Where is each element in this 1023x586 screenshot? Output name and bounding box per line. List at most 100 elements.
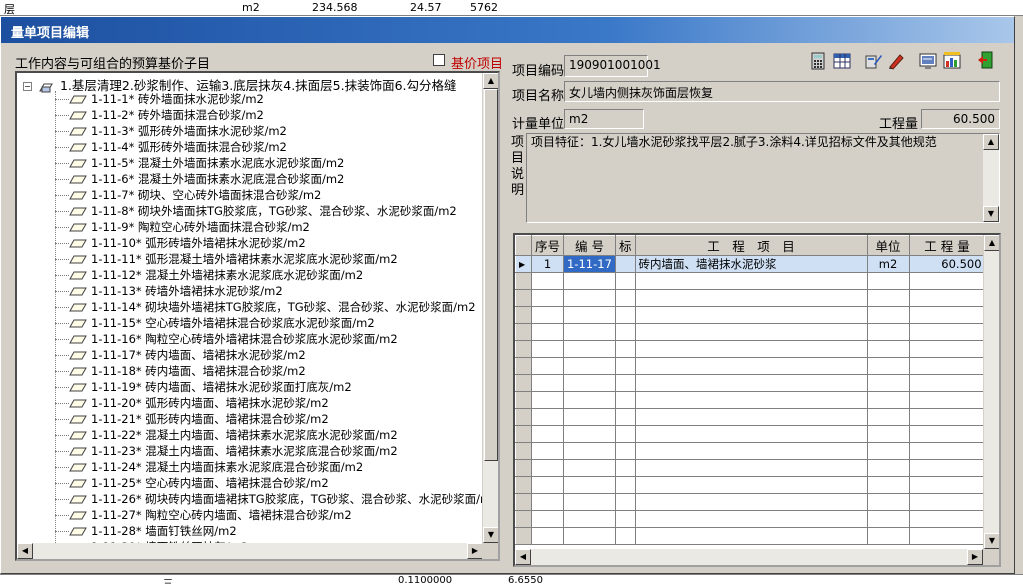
empty-cell[interactable] [530,510,565,528]
empty-cell[interactable] [563,289,617,307]
tree-item[interactable]: 1-11-12* 混凝土外墙裙抹素水泥浆底水泥砂浆面/m2 [55,267,363,283]
empty-cell[interactable] [530,425,565,443]
empty-cell[interactable] [530,459,565,477]
empty-cell[interactable] [908,272,986,290]
table-row[interactable] [515,493,986,511]
empty-cell[interactable] [866,527,910,545]
chart-icon[interactable] [943,52,961,70]
table-row[interactable] [515,357,986,375]
scroll-right-icon[interactable]: ▶ [967,549,983,565]
table-row[interactable] [515,323,986,341]
empty-cell[interactable] [615,510,636,528]
empty-cell[interactable] [563,459,617,477]
empty-cell[interactable] [530,357,565,375]
tree-item[interactable]: 1-11-18* 砖内墙面、墙裙抹混合砂浆/m2 [55,363,306,379]
empty-cell[interactable] [530,289,565,307]
empty-cell[interactable] [615,408,636,426]
tree-item[interactable]: 1-11-13* 砖墙外墙裙抹水泥砂浆/m2 [55,283,283,299]
empty-cell[interactable] [615,272,636,290]
empty-cell[interactable] [615,289,636,307]
empty-cell[interactable] [908,289,986,307]
empty-cell[interactable] [563,323,617,341]
grid-vertical-scrollbar[interactable]: ▲ ▼ [983,235,999,549]
empty-cell[interactable] [530,476,565,494]
tree-item[interactable]: 1-11-14* 砌块墙外墙裙抹TG胶浆底，TG砂浆、混合砂浆、水泥砂浆面/m2 [55,299,476,315]
empty-cell[interactable] [634,272,868,290]
empty-cell[interactable] [634,476,868,494]
tree-item[interactable]: 1-11-26* 砌块砖内墙面墙裙抹TG胶浆底，TG砂浆、混合砂浆、水泥砂浆面/… [55,491,498,507]
tree-item[interactable]: 1-11-27* 陶粒空心砖内墙面、墙裙抹混合砂浆/m2 [55,507,352,523]
empty-cell[interactable] [866,493,910,511]
empty-cell[interactable] [615,459,636,477]
tree-item[interactable]: 1-11-5* 混凝土外墙面抹素水泥底水泥砂浆面/m2 [55,155,344,171]
empty-cell[interactable] [866,323,910,341]
col-header-seq[interactable]: 序号 [530,235,565,256]
cell-seq[interactable]: 1 [530,255,565,273]
pencil-icon[interactable] [887,52,905,70]
col-header-unit[interactable]: 单位 [866,235,910,256]
empty-cell[interactable] [563,442,617,460]
empty-cell[interactable] [530,408,565,426]
empty-cell[interactable] [563,510,617,528]
empty-cell[interactable] [634,510,868,528]
monitor-icon[interactable] [919,52,937,70]
table-row[interactable]: ▶ 1 1-11-17 砖内墙面、墙裙抹水泥砂浆 m2 60.500 [515,255,986,273]
empty-cell[interactable] [563,391,617,409]
tree-item[interactable]: 1-11-9* 陶粒空心砖外墙面抹混合砂浆/m2 [55,219,310,235]
col-header-code[interactable]: 编 号 [563,235,617,256]
empty-cell[interactable] [866,306,910,324]
tree-item[interactable]: 1-11-15* 空心砖墙外墙裙抹混合砂浆底水泥砂浆面/m2 [55,315,375,331]
scroll-down-icon[interactable]: ▼ [483,527,498,543]
cell-item[interactable]: 砖内墙面、墙裙抹水泥砂浆 [634,255,868,273]
empty-cell[interactable] [530,391,565,409]
work-content-tree[interactable]: − 1.基层清理2.砂浆制作、运输3.底层抹灰4.抹面层5.抹装饰面6.勾分格缝… [15,71,500,561]
table-row[interactable] [515,527,986,545]
empty-cell[interactable] [634,459,868,477]
scroll-down-icon[interactable]: ▼ [983,206,999,222]
empty-cell[interactable] [908,357,986,375]
empty-cell[interactable] [634,323,868,341]
exit-door-icon[interactable] [977,51,995,69]
scroll-up-icon[interactable]: ▲ [483,73,498,89]
empty-cell[interactable] [563,357,617,375]
empty-cell[interactable] [563,493,617,511]
empty-cell[interactable] [530,323,565,341]
memo-scrollbar[interactable]: ▲ ▼ [983,134,999,222]
quota-items-grid[interactable]: 序号 编 号 标 工 程 项 目 单位 工 程 量 ▶ 1 1-11-17 砖内墙面、… [513,233,1001,567]
empty-cell[interactable] [530,374,565,392]
empty-cell[interactable] [530,527,565,545]
tree-item[interactable]: 1-11-16* 陶粒空心砖墙外墙裙抹混合砂浆底水泥砂浆面/m2 [55,331,398,347]
empty-cell[interactable] [615,357,636,375]
table-row[interactable] [515,340,986,358]
empty-cell[interactable] [866,459,910,477]
table-row[interactable] [515,289,986,307]
empty-cell[interactable] [634,493,868,511]
empty-cell[interactable] [530,306,565,324]
tree-item[interactable]: 1-11-10* 弧形砖墙外墙裙抹水泥砂浆/m2 [55,235,306,251]
empty-cell[interactable] [634,306,868,324]
empty-cell[interactable] [563,476,617,494]
item-name-field[interactable]: 女儿墙内侧抹灰饰面层恢复 [564,81,1000,102]
empty-cell[interactable] [866,442,910,460]
empty-cell[interactable] [908,408,986,426]
empty-cell[interactable] [866,425,910,443]
cell-code[interactable]: 1-11-17 [563,255,617,273]
empty-cell[interactable] [615,323,636,341]
empty-cell[interactable] [615,340,636,358]
empty-cell[interactable] [866,289,910,307]
tree-item[interactable]: 1-11-24* 混凝土内墙面抹素水泥浆底混合砂浆面/m2 [55,459,363,475]
description-memo[interactable]: 项目特征：1.女儿墙水泥砂浆找平层2.腻子3.涂料4.详见招标文件及其他规范 ▲… [526,133,1000,223]
col-header-item[interactable]: 工 程 项 目 [634,235,868,256]
empty-cell[interactable] [866,357,910,375]
tree-item[interactable]: 1-11-28* 墙面钉铁丝网/m2 [55,523,237,539]
empty-cell[interactable] [615,493,636,511]
unit-field[interactable]: m2 [564,109,644,129]
empty-cell[interactable] [866,340,910,358]
tree-item[interactable]: 1-11-20* 弧形砖内墙面、墙裙抹水泥砂浆/m2 [55,395,329,411]
empty-cell[interactable] [530,272,565,290]
empty-cell[interactable] [866,408,910,426]
scroll-up-icon[interactable]: ▲ [983,134,999,150]
scroll-left-icon[interactable]: ◀ [515,549,531,565]
tree-item[interactable]: 1-11-8* 砌块外墙面抹TG胶浆底，TG砂浆、混合砂浆、水泥砂浆面/m2 [55,203,457,219]
empty-cell[interactable] [634,527,868,545]
